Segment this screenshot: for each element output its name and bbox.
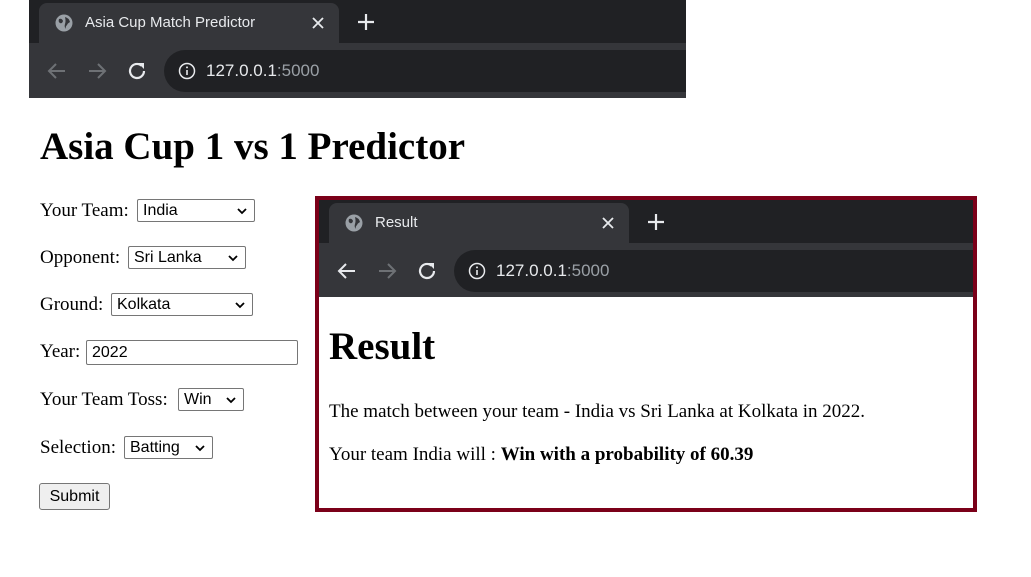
chevron-down-icon [228, 255, 238, 262]
toss-row: Your Team Toss: Win [40, 387, 244, 413]
reload-icon[interactable] [125, 59, 149, 83]
address-bar[interactable]: 127.0.0.1:5000 [164, 50, 686, 92]
url-port: :5000 [566, 261, 610, 280]
opponent-value: Sri Lanka [134, 249, 202, 266]
ground-label: Ground: [40, 294, 104, 315]
close-icon[interactable] [309, 14, 327, 32]
info-icon[interactable] [468, 262, 486, 280]
tab-strip: Asia Cup Match Predictor [29, 0, 686, 43]
forward-icon[interactable] [85, 59, 109, 83]
chevron-down-icon [237, 208, 247, 215]
opponent-select[interactable]: Sri Lanka [128, 246, 246, 269]
your-team-value: India [143, 202, 178, 219]
url-text: 127.0.0.1:5000 [496, 261, 609, 281]
url-host: 127.0.0.1 [206, 61, 277, 80]
url-host: 127.0.0.1 [496, 261, 567, 280]
outcome-prefix: Your team India will : [329, 444, 501, 465]
year-row: Year: 2022 [40, 339, 298, 365]
opponent-label: Opponent: [40, 247, 121, 268]
outcome-value: Win with a probability of 60.39 [500, 444, 754, 465]
tab-result[interactable]: Result [329, 203, 629, 243]
year-value: 2022 [92, 344, 128, 361]
toss-value: Win [184, 391, 212, 408]
selection-select[interactable]: Batting [124, 436, 213, 459]
your-team-row: Your Team: India [40, 198, 255, 224]
address-bar[interactable]: 127.0.0.1:5000 [454, 250, 973, 292]
info-icon[interactable] [178, 62, 196, 80]
toss-select[interactable]: Win [178, 388, 244, 411]
globe-icon [345, 214, 363, 232]
new-tab-icon[interactable] [354, 10, 378, 34]
ground-value: Kolkata [117, 296, 171, 313]
ground-row: Ground: Kolkata [40, 292, 253, 318]
chevron-down-icon [195, 445, 205, 452]
page-title: Asia Cup 1 vs 1 Predictor [40, 125, 466, 168]
tab-title: Result [375, 214, 418, 231]
browser-toolbar: 127.0.0.1:5000 [319, 243, 973, 297]
chevron-down-icon [226, 397, 236, 404]
selection-row: Selection: Batting [40, 435, 213, 461]
back-icon[interactable] [45, 59, 69, 83]
result-browser-chrome: Result 127.0.0.1:5000 [319, 200, 973, 297]
tab-title: Asia Cup Match Predictor [85, 14, 256, 31]
new-tab-icon[interactable] [644, 210, 668, 234]
year-input[interactable]: 2022 [86, 340, 298, 365]
result-window: Result 127.0.0.1:5000 Result The match b… [315, 196, 977, 512]
ground-select[interactable]: Kolkata [111, 293, 253, 316]
main-browser-chrome: Asia Cup Match Predictor 127.0.0.1:5000 [29, 0, 686, 98]
result-heading: Result [329, 325, 436, 368]
close-icon[interactable] [599, 214, 617, 232]
selection-label: Selection: [40, 437, 116, 458]
submit-button[interactable]: Submit [39, 483, 110, 510]
match-description: The match between your team - India vs S… [329, 401, 866, 422]
browser-toolbar: 127.0.0.1:5000 [29, 43, 686, 98]
reload-icon[interactable] [415, 259, 439, 283]
your-team-select[interactable]: India [137, 199, 255, 222]
tab-strip: Result [319, 200, 973, 243]
outcome-line: Your team India will : Win with a probab… [329, 444, 753, 466]
url-text: 127.0.0.1:5000 [206, 61, 319, 81]
back-icon[interactable] [335, 259, 359, 283]
year-label: Year: [40, 341, 81, 362]
globe-icon [55, 14, 73, 32]
url-port: :5000 [276, 61, 320, 80]
forward-icon[interactable] [375, 259, 399, 283]
tab-asia-cup-predictor[interactable]: Asia Cup Match Predictor [39, 3, 339, 43]
your-team-label: Your Team: [40, 200, 129, 221]
toss-label: Your Team Toss: [40, 389, 168, 410]
opponent-row: Opponent: Sri Lanka [40, 245, 246, 271]
selection-value: Batting [130, 439, 180, 456]
chevron-down-icon [235, 302, 245, 309]
